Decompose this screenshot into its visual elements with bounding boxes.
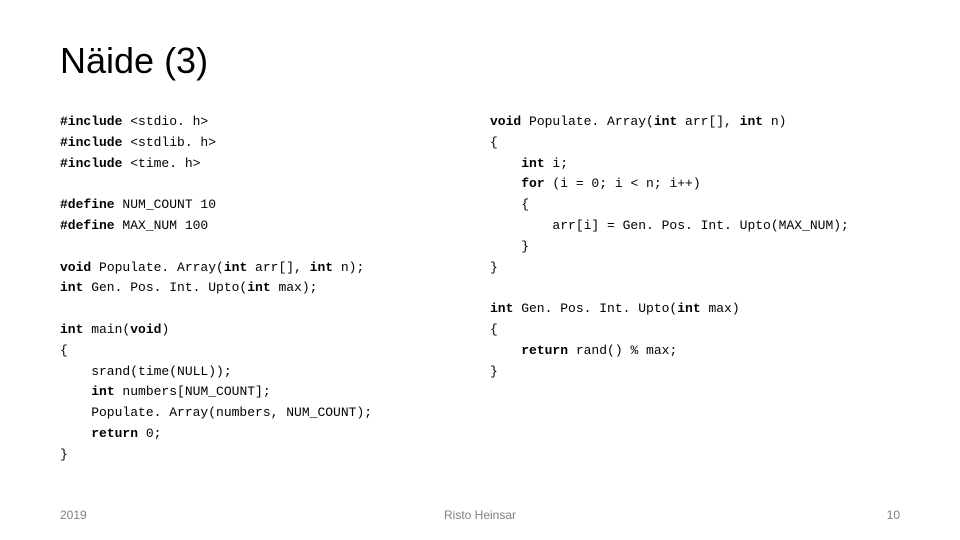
- code-block-left: #include <stdio. h> #include <stdlib. h>…: [60, 112, 470, 466]
- code-token: 0;: [138, 426, 161, 441]
- code-token: int: [247, 280, 270, 295]
- code-token: i;: [545, 156, 568, 171]
- code-token: {: [490, 322, 498, 337]
- code-token: arr[i] = Gen. Pos. Int. Upto(MAX_NUM);: [490, 218, 849, 233]
- code-token: int: [740, 114, 763, 129]
- code-token: }: [490, 260, 498, 275]
- code-token: #include: [60, 114, 122, 129]
- code-token: #include: [60, 156, 122, 171]
- code-token: [60, 426, 91, 441]
- code-token: srand(time(NULL));: [60, 364, 232, 379]
- code-token: <stdio. h>: [122, 114, 208, 129]
- code-column-right: void Populate. Array(int arr[], int n) {…: [490, 112, 900, 466]
- slide-footer: 2019 Risto Heinsar 10: [60, 508, 900, 522]
- code-token: [490, 156, 521, 171]
- code-token: [490, 343, 521, 358]
- code-token: int: [60, 322, 83, 337]
- code-token: (i = 0; i < n; i++): [545, 176, 701, 191]
- code-token: numbers[NUM_COUNT];: [115, 384, 271, 399]
- code-token: int: [310, 260, 333, 275]
- code-token: ): [161, 322, 169, 337]
- code-token: int: [60, 280, 83, 295]
- code-token: MAX_NUM 100: [115, 218, 209, 233]
- code-token: #include: [60, 135, 122, 150]
- code-columns: #include <stdio. h> #include <stdlib. h>…: [60, 112, 900, 466]
- code-column-left: #include <stdio. h> #include <stdlib. h>…: [60, 112, 470, 466]
- code-token: Populate. Array(numbers, NUM_COUNT);: [60, 405, 372, 420]
- code-token: return: [521, 343, 568, 358]
- code-token: [60, 384, 91, 399]
- code-token: n): [763, 114, 786, 129]
- code-token: int: [521, 156, 544, 171]
- code-token: main(: [83, 322, 130, 337]
- code-token: void: [60, 260, 91, 275]
- code-token: void: [130, 322, 161, 337]
- code-token: max);: [271, 280, 318, 295]
- code-token: }: [60, 447, 68, 462]
- code-token: rand() % max;: [568, 343, 677, 358]
- code-token: int: [224, 260, 247, 275]
- code-token: arr[],: [247, 260, 309, 275]
- code-token: for: [521, 176, 544, 191]
- code-token: #define: [60, 218, 115, 233]
- code-token: <time. h>: [122, 156, 200, 171]
- code-token: n);: [333, 260, 364, 275]
- code-token: {: [60, 343, 68, 358]
- code-token: Gen. Pos. Int. Upto(: [83, 280, 247, 295]
- footer-author: Risto Heinsar: [444, 508, 516, 522]
- code-token: #define: [60, 197, 115, 212]
- slide-title: Näide (3): [60, 40, 900, 82]
- footer-page-number: 10: [887, 508, 900, 522]
- code-token: }: [490, 364, 498, 379]
- code-token: void: [490, 114, 521, 129]
- code-token: max): [701, 301, 740, 316]
- code-token: int: [654, 114, 677, 129]
- code-token: <stdlib. h>: [122, 135, 216, 150]
- code-token: int: [490, 301, 513, 316]
- code-token: int: [91, 384, 114, 399]
- code-block-right: void Populate. Array(int arr[], int n) {…: [490, 112, 900, 382]
- code-token: int: [677, 301, 700, 316]
- code-token: Gen. Pos. Int. Upto(: [513, 301, 677, 316]
- code-token: arr[],: [677, 114, 739, 129]
- code-token: [490, 176, 521, 191]
- code-token: }: [490, 239, 529, 254]
- code-token: Populate. Array(: [521, 114, 654, 129]
- code-token: NUM_COUNT 10: [115, 197, 216, 212]
- code-token: return: [91, 426, 138, 441]
- code-token: {: [490, 197, 529, 212]
- footer-year: 2019: [60, 508, 87, 522]
- code-token: {: [490, 135, 498, 150]
- slide: Näide (3) #include <stdio. h> #include <…: [0, 0, 960, 540]
- code-token: Populate. Array(: [91, 260, 224, 275]
